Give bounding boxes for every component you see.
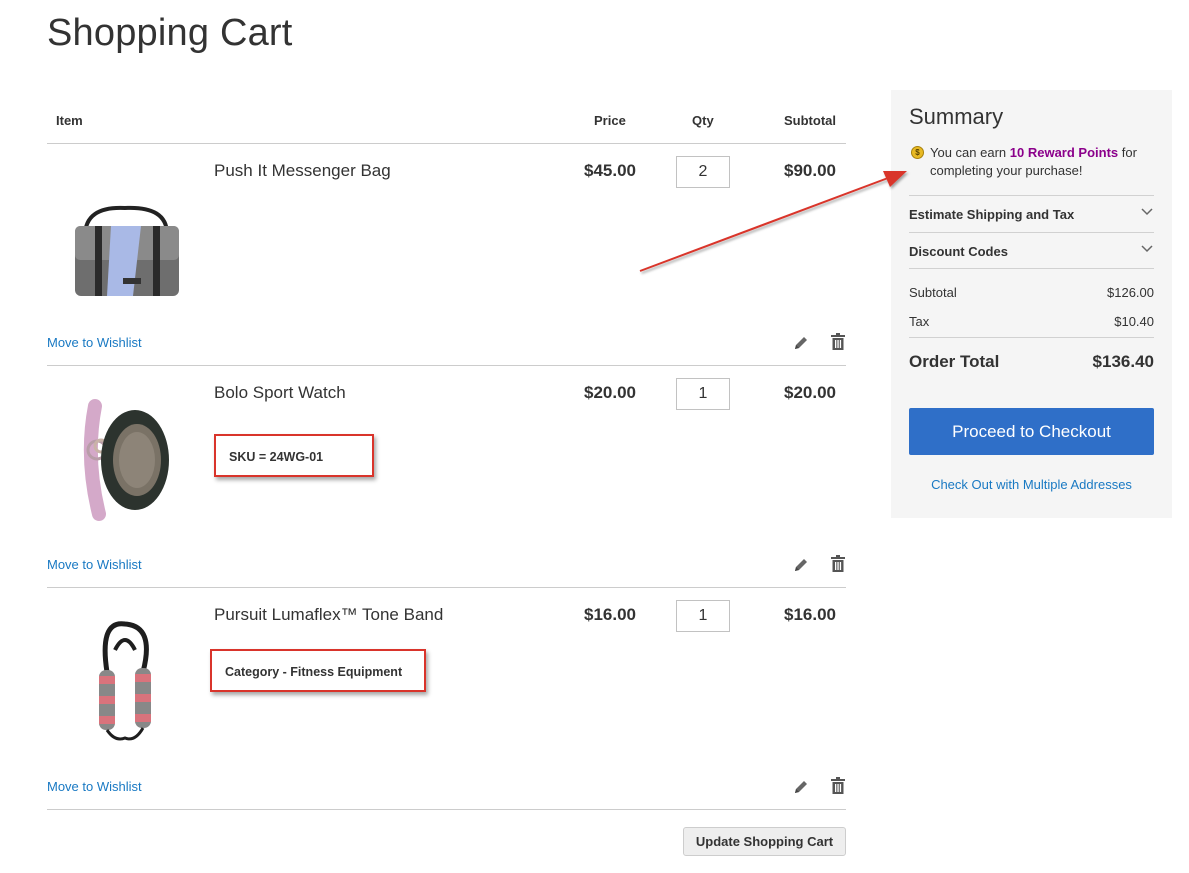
order-total-label: Order Total [909, 352, 1000, 371]
cart-item: Bolo Sport Watch $20.00 $20.00 SKU = 24W… [47, 366, 846, 588]
coin-icon: $ [911, 146, 924, 159]
header-subtotal: Subtotal [784, 113, 836, 128]
item-subtotal: $16.00 [784, 605, 836, 624]
product-name[interactable]: Push It Messenger Bag [214, 161, 391, 181]
estimate-shipping-toggle[interactable]: Estimate Shipping and Tax [909, 195, 1154, 232]
discount-codes-toggle[interactable]: Discount Codes [909, 232, 1154, 269]
item-price: $16.00 [584, 605, 636, 624]
item-price: $45.00 [584, 161, 636, 180]
estimate-shipping-label: Estimate Shipping and Tax [909, 207, 1075, 222]
trash-icon[interactable] [830, 333, 846, 351]
reward-points-message: $ You can earn 10 Reward Points for comp… [911, 144, 1161, 180]
reward-prefix: You can earn [930, 145, 1007, 160]
order-total-value: $136.40 [1092, 352, 1154, 371]
product-name[interactable]: Bolo Sport Watch [214, 383, 346, 403]
item-subtotal: $20.00 [784, 383, 836, 402]
trash-icon[interactable] [830, 555, 846, 573]
pencil-icon[interactable] [792, 778, 810, 796]
header-qty: Qty [692, 113, 714, 128]
header-price: Price [594, 113, 626, 128]
qty-input[interactable] [676, 156, 730, 188]
item-subtotal: $90.00 [784, 161, 836, 180]
item-price: $20.00 [584, 383, 636, 402]
trash-icon[interactable] [830, 777, 846, 795]
product-thumbnail-sport-watch[interactable] [55, 388, 195, 528]
subtotal-label: Subtotal [909, 285, 957, 300]
tax-value: $10.40 [1114, 314, 1154, 329]
move-to-wishlist-link[interactable]: Move to Wishlist [47, 557, 142, 572]
totals-divider [909, 337, 1154, 338]
cart-item: Push It Messenger Bag $45.00 $90.00 Move… [47, 144, 846, 366]
cart-item: Pursuit Lumaflex™ Tone Band $16.00 $16.0… [47, 588, 846, 810]
header-item: Item [56, 113, 83, 128]
sku-callout: SKU = 24WG-01 [214, 434, 374, 477]
page-title: Shopping Cart [47, 12, 293, 54]
cart-header: Item Price Qty Subtotal [47, 96, 846, 144]
category-callout: Category - Fitness Equipment [210, 649, 426, 692]
summary-title: Summary [909, 104, 1004, 129]
order-summary: Summary $ You can earn 10 Reward Points … [891, 90, 1172, 518]
product-thumbnail-tone-band[interactable] [55, 610, 195, 750]
reward-points: 10 Reward Points [1009, 145, 1119, 160]
move-to-wishlist-link[interactable]: Move to Wishlist [47, 779, 142, 794]
product-thumbnail-messenger-bag[interactable] [55, 166, 195, 306]
proceed-to-checkout-button[interactable]: Proceed to Checkout [909, 408, 1154, 455]
pencil-icon[interactable] [792, 556, 810, 574]
update-cart-button[interactable]: Update Shopping Cart [683, 827, 846, 856]
tax-row: Tax $10.40 [909, 314, 1154, 329]
pencil-icon[interactable] [792, 334, 810, 352]
product-name[interactable]: Pursuit Lumaflex™ Tone Band [214, 605, 443, 625]
subtotal-value: $126.00 [1107, 285, 1154, 300]
order-total-row: Order Total $136.40 [909, 352, 1154, 372]
qty-input[interactable] [676, 600, 730, 632]
chevron-down-icon [1141, 208, 1153, 216]
multi-address-checkout-link[interactable]: Check Out with Multiple Addresses [909, 477, 1154, 492]
chevron-down-icon [1141, 245, 1153, 253]
tax-label: Tax [909, 314, 930, 329]
subtotal-row: Subtotal $126.00 [909, 285, 1154, 300]
move-to-wishlist-link[interactable]: Move to Wishlist [47, 335, 142, 350]
cart-table: Item Price Qty Subtotal Push It Messenge… [47, 96, 846, 810]
qty-input[interactable] [676, 378, 730, 410]
discount-codes-label: Discount Codes [909, 244, 1008, 259]
